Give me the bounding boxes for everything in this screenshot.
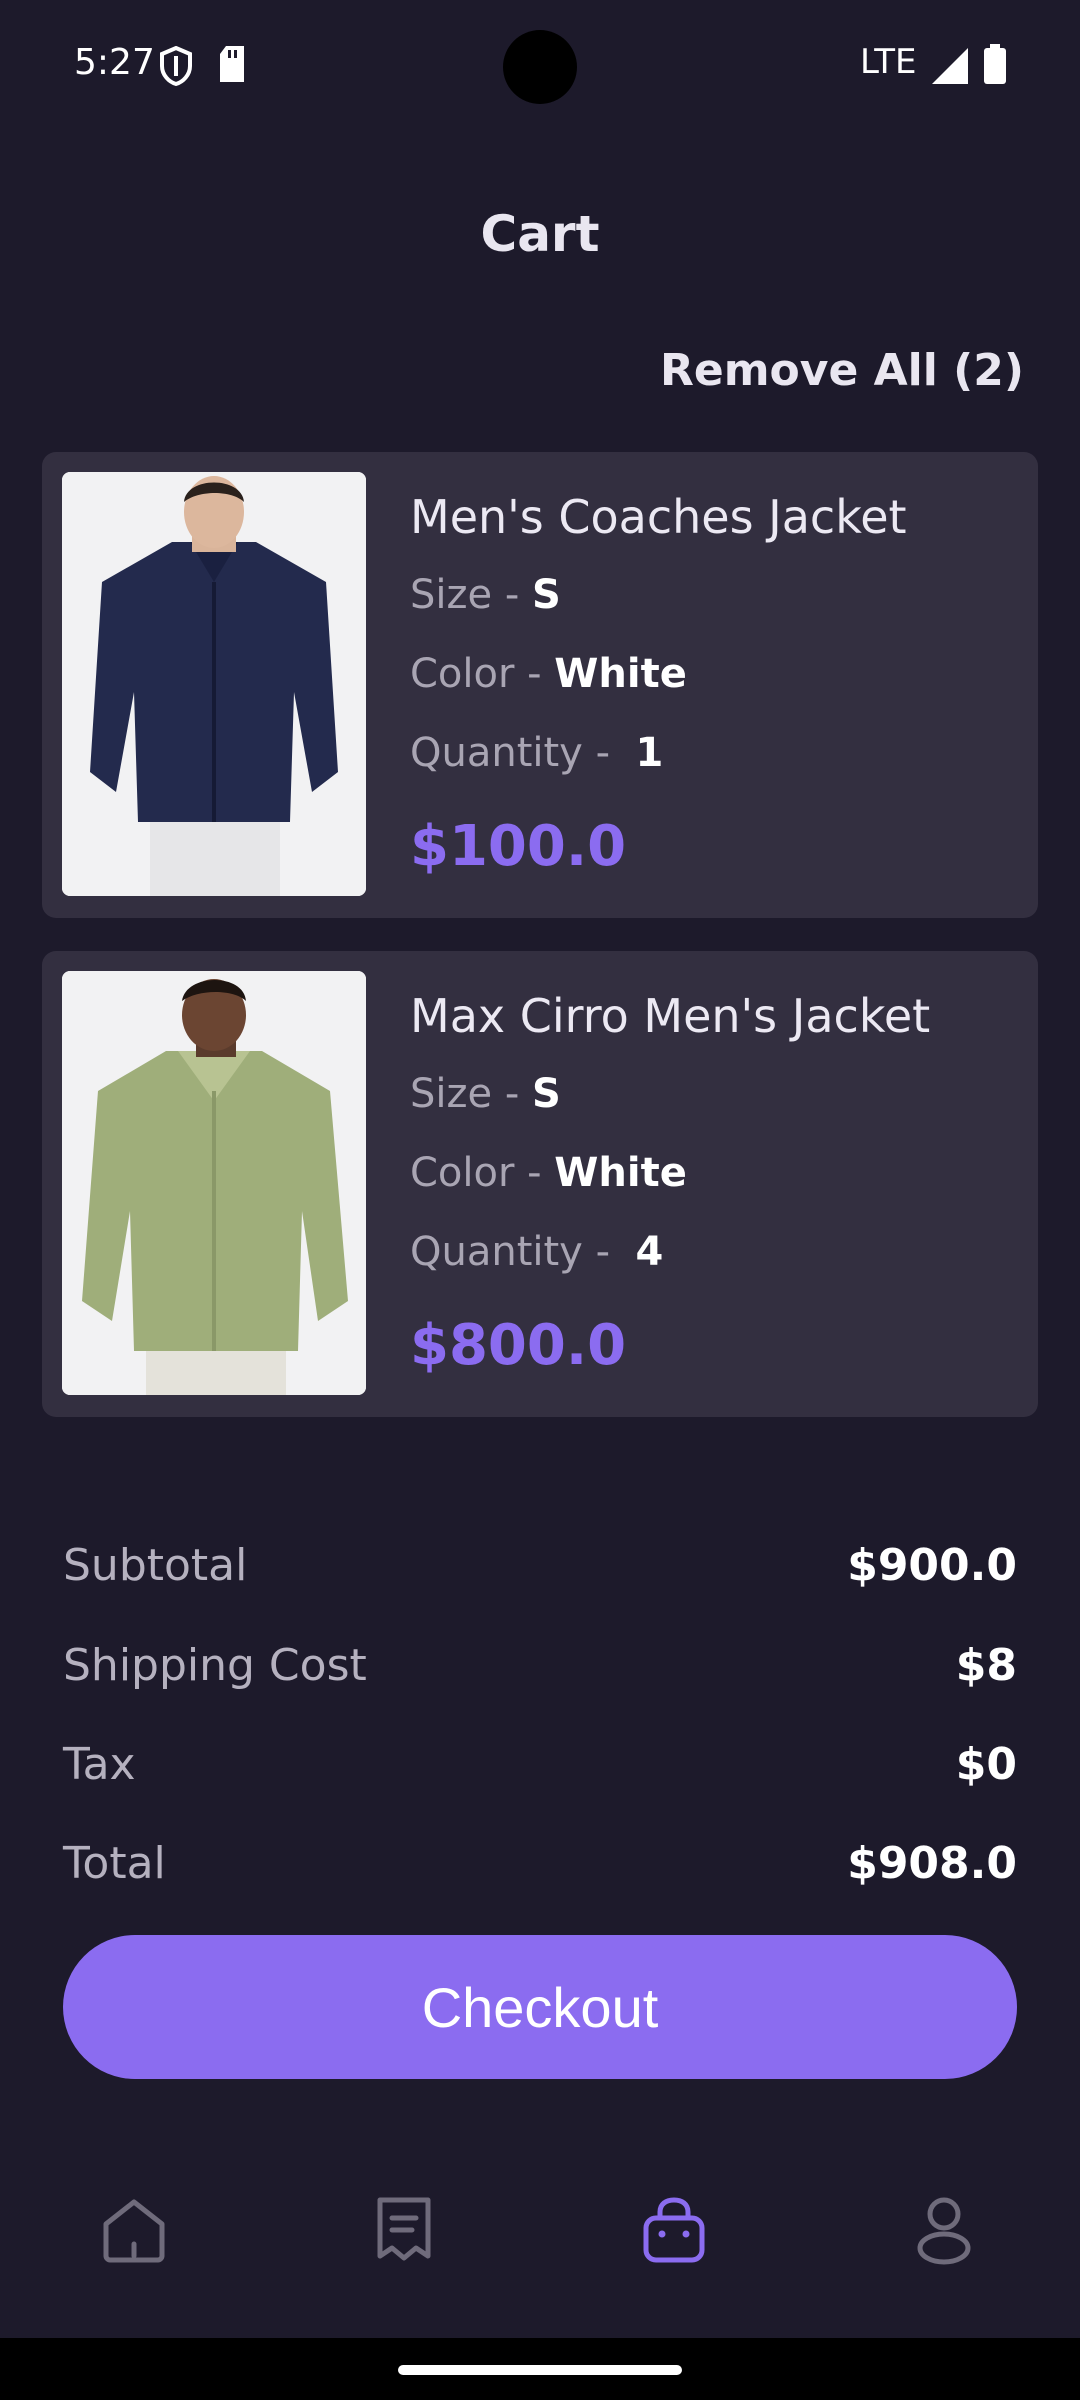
total-value: $908.0 [847, 1838, 1017, 1889]
size-label: Size - [410, 572, 532, 618]
size-label: Size - [410, 1071, 532, 1117]
cart-item[interactable]: Men's Coaches Jacket Size - S Color - Wh… [42, 452, 1038, 918]
color-label: Color - [410, 651, 555, 697]
network-type: LTE [860, 42, 917, 82]
size-value: S [531, 572, 561, 618]
color-value: White [554, 651, 687, 697]
tax-row: Tax $0 [63, 1739, 1017, 1799]
cart-item[interactable]: Max Cirro Men's Jacket Size - S Color - … [42, 951, 1038, 1417]
subtotal-value: $900.0 [847, 1540, 1017, 1591]
subtotal-label: Subtotal [63, 1540, 248, 1591]
total-label: Total [63, 1838, 166, 1889]
total-row: Total $908.0 [63, 1838, 1017, 1898]
product-price: $100.0 [410, 814, 627, 879]
subtotal-row: Subtotal $900.0 [63, 1540, 1017, 1600]
gesture-home-bar[interactable] [398, 2365, 682, 2375]
page-title: Cart [480, 205, 600, 263]
quantity-label: Quantity - [410, 1229, 623, 1275]
home-icon[interactable] [94, 2190, 174, 2270]
orders-icon[interactable] [364, 2190, 444, 2270]
checkout-button[interactable]: Checkout [63, 1935, 1017, 2079]
shield-icon [160, 45, 192, 90]
status-time: 5:27 [74, 42, 155, 83]
battery-icon [984, 44, 1006, 88]
color-row: Color - White [410, 651, 687, 697]
profile-icon[interactable] [904, 2190, 984, 2270]
status-bar: 5:27 LTE [0, 0, 1080, 130]
product-name: Max Cirro Men's Jacket [410, 989, 931, 1043]
remove-all-button[interactable]: Remove All (2) [660, 345, 1024, 396]
tax-label: Tax [63, 1739, 136, 1790]
size-row: Size - S [410, 572, 561, 618]
shipping-value: $8 [955, 1640, 1017, 1691]
quantity-row: Quantity - 1 [410, 730, 663, 776]
quantity-value: 4 [635, 1229, 664, 1275]
tax-value: $0 [955, 1739, 1017, 1790]
shipping-label: Shipping Cost [63, 1640, 367, 1691]
color-value: White [554, 1150, 687, 1196]
size-value: S [531, 1071, 561, 1117]
product-name: Men's Coaches Jacket [410, 490, 907, 544]
camera-cutout [503, 30, 577, 104]
color-row: Color - White [410, 1150, 687, 1196]
signal-icon [932, 48, 968, 88]
product-image [62, 472, 366, 896]
product-image [62, 971, 366, 1395]
cart-bag-icon[interactable] [634, 2190, 714, 2270]
quantity-row: Quantity - 4 [410, 1229, 663, 1275]
size-row: Size - S [410, 1071, 561, 1117]
color-label: Color - [410, 1150, 555, 1196]
quantity-label: Quantity - [410, 730, 623, 776]
quantity-value: 1 [635, 730, 664, 776]
sd-card-icon [218, 46, 246, 86]
product-price: $800.0 [410, 1313, 627, 1378]
shipping-row: Shipping Cost $8 [63, 1640, 1017, 1700]
